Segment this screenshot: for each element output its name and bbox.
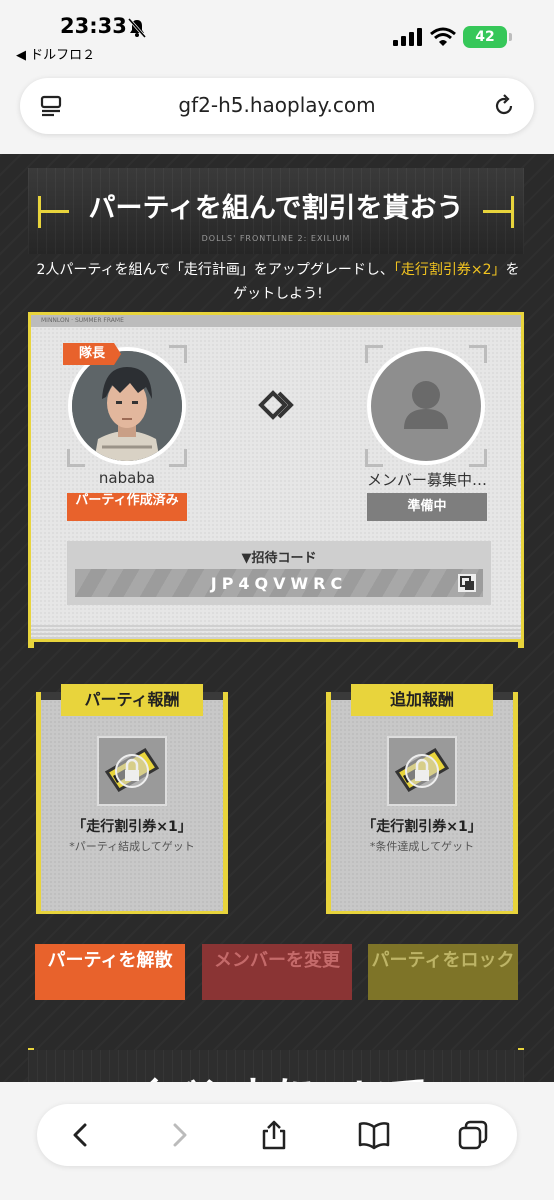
browser-toolbar	[0, 1082, 554, 1200]
extra-reward-card: 追加報酬 「走行割引券×1」 *条件達成してゲット	[326, 684, 518, 914]
frame-corner	[67, 449, 85, 467]
panel-header-strip: MINNLON · SUMMER FRAME	[31, 315, 521, 327]
reward-title: 追加報酬	[351, 684, 493, 716]
discount-ticket-icon	[389, 738, 455, 804]
event-info-banner: イベントについて	[28, 1050, 524, 1082]
clock: 23:33	[60, 14, 127, 38]
disband-party-button[interactable]: パーティを解散	[35, 944, 185, 1000]
url-text: gf2-h5.haoplay.com	[178, 93, 376, 117]
wifi-icon	[430, 27, 456, 46]
frame-corner	[469, 449, 487, 467]
forward-icon[interactable]	[163, 1119, 195, 1151]
reward-title: パーティ報酬	[61, 684, 203, 716]
change-member-button[interactable]: メンバーを変更	[202, 944, 352, 1000]
bell-muted-icon	[128, 18, 146, 38]
game-page: パーティを組んで割引を貰おう DOLLS' FRONTLINE 2: EXILI…	[0, 154, 554, 1082]
party-panel: MINNLON · SUMMER FRAME 隊長 nababa メンバー募集中…	[28, 312, 524, 642]
reward-item-name: 「走行割引券×1」	[72, 819, 192, 835]
leader-name: nababa	[98, 469, 156, 487]
status-bar: 23:33 ◀ ドルフロ２ 42	[0, 0, 554, 70]
leader-portrait	[72, 351, 182, 461]
member-name: メンバー募集中…	[366, 471, 487, 489]
party-reward-card: パーティ報酬 「走行割引券×1」 *パーティ結成してゲット	[36, 684, 228, 914]
invite-code-field[interactable]: JP4QVWRC	[75, 569, 483, 597]
frame-corner	[169, 345, 187, 363]
reward-condition-note: *パーティ結成してゲット	[69, 840, 195, 853]
invite-code-box: ▼招待コード JP4QVWRC	[67, 541, 491, 605]
event-banner: パーティを組んで割引を貰おう DOLLS' FRONTLINE 2: EXILI…	[28, 168, 524, 254]
description-highlight: 「走行割引券×2」	[393, 262, 506, 278]
discount-ticket-icon	[99, 738, 165, 804]
member-slot-avatar[interactable]	[367, 347, 485, 465]
panel-footer-stripes	[31, 625, 521, 639]
bookmarks-icon[interactable]	[357, 1119, 391, 1151]
battery-indicator: 42	[463, 26, 512, 48]
user-placeholder-icon	[404, 381, 448, 429]
description-text: 2人パーティを組んで「走行計画」をアップグレードし、	[36, 262, 394, 278]
reload-icon[interactable]	[492, 94, 516, 118]
toolbar-pill	[37, 1104, 517, 1166]
corner-marker	[28, 642, 34, 648]
frame-corner	[365, 449, 383, 467]
back-icon[interactable]	[65, 1119, 97, 1151]
reward-item-name: 「走行割引券×1」	[362, 819, 482, 835]
reward-item-slot[interactable]	[387, 736, 457, 806]
banner-title: パーティを組んで割引を貰おう	[88, 193, 464, 224]
share-icon[interactable]	[258, 1119, 290, 1151]
cellular-signal-icon	[393, 28, 422, 46]
browser-address-area: gf2-h5.haoplay.com	[0, 70, 554, 154]
frame-corner	[169, 449, 187, 467]
event-description: 2人パーティを組んで「走行計画」をアップグレードし、「走行割引券×2」をゲットし…	[30, 258, 526, 306]
leader-status-badge: パーティ作成済み	[67, 493, 187, 521]
lock-party-button[interactable]: パーティをロック	[368, 944, 518, 1000]
member-status-badge: 準備中	[367, 493, 487, 521]
invite-code-label: ▼招待コード	[241, 551, 317, 566]
copy-icon[interactable]	[457, 573, 477, 593]
address-bar[interactable]: gf2-h5.haoplay.com	[20, 78, 534, 134]
frame-corner	[469, 345, 487, 363]
back-to-app-link[interactable]: ◀ ドルフロ２	[16, 44, 95, 63]
link-arrow-icon	[258, 390, 294, 420]
reward-item-slot[interactable]	[97, 736, 167, 806]
corner-marker	[518, 642, 524, 648]
tabs-icon[interactable]	[457, 1119, 489, 1151]
banner-subtitle: DOLLS' FRONTLINE 2: EXILIUM	[201, 234, 351, 243]
invite-code-value: JP4QVWRC	[210, 574, 348, 593]
frame-corner	[365, 345, 383, 363]
leader-tag: 隊長	[63, 343, 121, 365]
event-info-title: イベントについて	[28, 1064, 524, 1082]
reward-condition-note: *条件達成してゲット	[369, 840, 475, 853]
